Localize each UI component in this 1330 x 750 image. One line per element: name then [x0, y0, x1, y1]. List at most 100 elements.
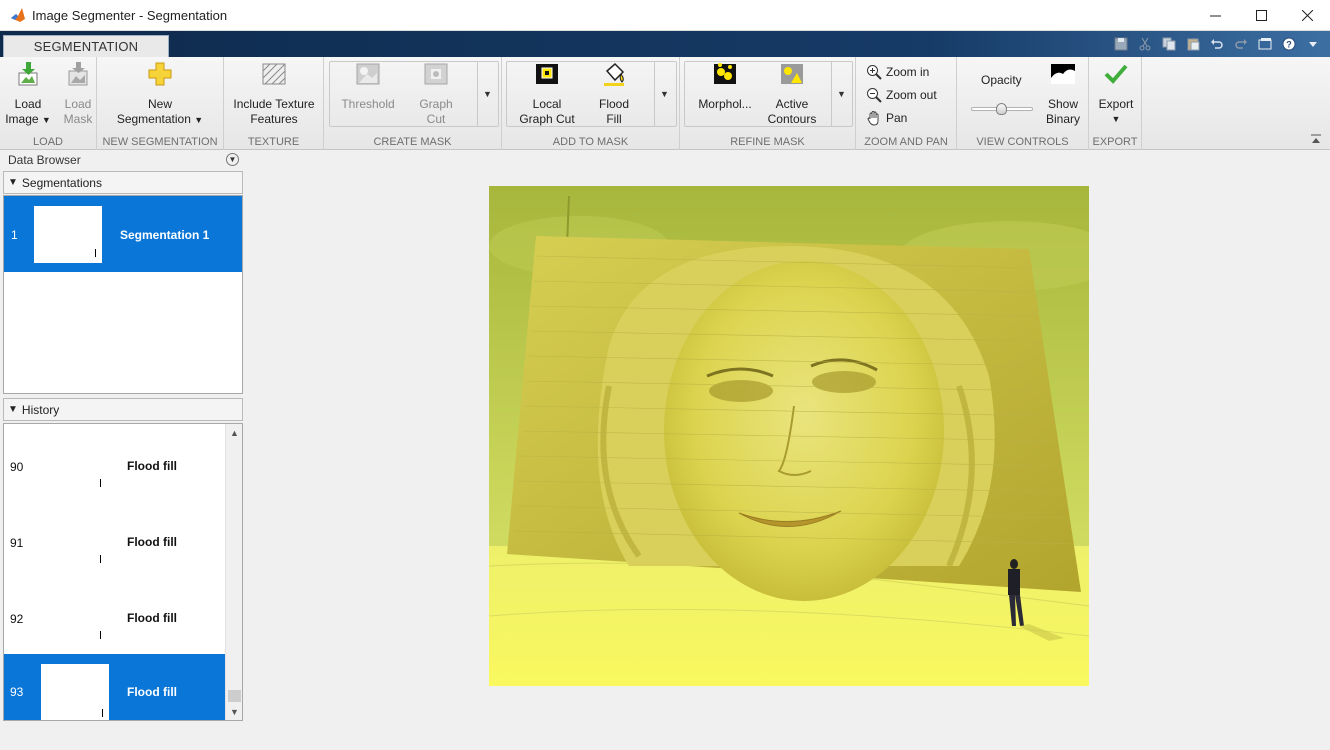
show-binary-button[interactable]: Show Binary — [1039, 61, 1087, 127]
minimize-button[interactable] — [1192, 0, 1238, 31]
help-icon: ? — [1282, 37, 1296, 51]
load-image-label-1: Load — [14, 97, 42, 111]
new-segmentation-button[interactable]: New Segmentation ▼ — [105, 61, 215, 128]
graph-cut-label-1: Graph — [419, 97, 453, 111]
paint-bucket-icon — [604, 62, 625, 86]
data-browser-panel: Data Browser ▼ ▼ Segmentations 1 Segment… — [0, 150, 246, 750]
paste-quick-button[interactable] — [1182, 34, 1204, 54]
segmentation-number: 1 — [11, 228, 18, 242]
tab-segmentation[interactable]: SEGMENTATION — [3, 35, 169, 57]
scroll-up-arrow-icon[interactable]: ▲ — [226, 425, 242, 441]
save-icon — [1114, 37, 1128, 51]
history-step-number: 93 — [10, 685, 24, 699]
flood-fill-button[interactable]: Flood Fill — [586, 61, 642, 127]
load-mask-button[interactable]: Load Mask — [56, 61, 100, 127]
redo-icon — [1235, 39, 1247, 49]
zoom-out-button[interactable]: Zoom out — [866, 85, 937, 105]
active-contours-button[interactable]: Active Contours — [760, 61, 824, 127]
zoom-and-pan-group-label: ZOOM AND PAN — [864, 136, 948, 148]
export-button[interactable]: Export ▼ — [1093, 61, 1139, 127]
active-contours-icon — [781, 64, 803, 84]
morphology-label: Morphol... — [698, 97, 752, 111]
refine-mask-more-button[interactable]: ▼ — [831, 61, 851, 127]
include-texture-features-button[interactable]: Include Texture Features — [230, 61, 318, 127]
history-step-number: 92 — [10, 612, 24, 626]
threshold-button[interactable]: Threshold — [336, 61, 400, 112]
chevron-down-icon: ▼ — [228, 155, 237, 164]
window-title: Image Segmenter - Segmentation — [32, 7, 228, 23]
include-texture-label-1: Include Texture — [233, 97, 315, 111]
opacity-slider[interactable] — [971, 103, 1033, 115]
history-step-name: Flood fill — [127, 459, 177, 473]
graph-cut-button[interactable]: Graph Cut — [404, 61, 468, 127]
cut-quick-button[interactable] — [1134, 34, 1156, 54]
redo-quick-button[interactable] — [1230, 34, 1252, 54]
toolstrip: Load Image ▼ Load Mask LOAD New Segmenta… — [0, 57, 1330, 150]
zoom-out-label: Zoom out — [886, 88, 937, 102]
threshold-label: Threshold — [341, 97, 395, 111]
cut-icon — [1139, 37, 1151, 51]
new-segmentation-dropdown-icon: ▼ — [194, 115, 204, 125]
scroll-thumb[interactable] — [228, 690, 241, 702]
pan-button[interactable]: Pan — [866, 108, 907, 128]
segmentation-thumbnail — [34, 206, 102, 263]
history-scrollbar[interactable]: ▲ ▼ — [225, 424, 242, 720]
export-group: Export ▼ EXPORT — [1089, 57, 1142, 150]
zoom-and-pan-group: Zoom in Zoom out Pan ZOOM AND PAN — [856, 57, 957, 150]
local-graph-cut-button[interactable]: Local Graph Cut — [512, 61, 582, 127]
history-row[interactable]: 90 Flood fill — [4, 424, 225, 500]
add-to-mask-more-button[interactable]: ▼ — [654, 61, 674, 127]
data-browser-header: Data Browser ▼ — [3, 151, 243, 169]
view-controls-group: Opacity Show Binary VIEW CONTROLS — [957, 57, 1089, 150]
history-row-selected[interactable]: 93 Flood fill — [4, 654, 225, 720]
collapse-icon — [1311, 134, 1321, 143]
close-button[interactable] — [1284, 0, 1330, 31]
history-row[interactable]: 92 Flood fill — [4, 576, 225, 652]
save-quick-button[interactable] — [1110, 34, 1132, 54]
maximize-button[interactable] — [1238, 0, 1284, 31]
chevron-down-icon: ▼ — [483, 89, 492, 99]
history-list: 90 Flood fill 91 Flood fill 92 Flood fil… — [3, 423, 243, 721]
history-step-name: Flood fill — [127, 685, 177, 699]
window-layout-quick-button[interactable] — [1254, 34, 1276, 54]
history-section-header[interactable]: ▼ History — [3, 398, 243, 421]
load-image-button[interactable]: Load Image ▼ — [4, 61, 52, 128]
zoom-in-button[interactable]: Zoom in — [866, 62, 929, 82]
flood-fill-label-2: Fill — [606, 112, 622, 126]
threshold-icon — [356, 63, 380, 85]
image-canvas[interactable] — [489, 186, 1089, 686]
history-row[interactable]: 91 Flood fill — [4, 500, 225, 576]
morphology-button[interactable]: Morphol... — [690, 61, 760, 112]
create-mask-more-button[interactable]: ▼ — [477, 61, 497, 127]
history-header-label: History — [21, 402, 60, 417]
copy-quick-button[interactable] — [1158, 34, 1180, 54]
history-thumbnail — [41, 664, 109, 720]
scroll-down-arrow-icon[interactable]: ▼ — [226, 704, 242, 720]
opacity-slider-thumb[interactable] — [996, 103, 1007, 115]
history-step-name: Flood fill — [127, 611, 177, 625]
binary-icon — [1051, 64, 1075, 84]
load-mask-label-2: Mask — [63, 112, 93, 126]
zoom-out-icon — [867, 88, 882, 103]
opacity-label: Opacity — [981, 73, 1022, 87]
svg-text:?: ? — [1286, 40, 1292, 50]
chevron-down-icon: ▼ — [660, 89, 669, 99]
undo-quick-button[interactable] — [1206, 34, 1228, 54]
load-image-icon — [18, 62, 38, 86]
paste-icon — [1187, 38, 1200, 51]
quick-access-toolbar: ? — [1110, 34, 1324, 54]
collapse-toolstrip-button[interactable] — [1310, 133, 1322, 143]
segmentation-row[interactable]: 1 Segmentation 1 — [4, 196, 242, 272]
segmentations-header-label: Segmentations — [21, 175, 102, 190]
pan-label: Pan — [886, 111, 908, 125]
data-browser-menu-button[interactable]: ▼ — [226, 153, 239, 166]
load-group-label: LOAD — [33, 136, 63, 148]
help-quick-button[interactable]: ? — [1278, 34, 1300, 54]
segmentations-section-header[interactable]: ▼ Segmentations — [3, 171, 243, 194]
active-contours-label-1: Active — [775, 97, 809, 111]
copy-icon — [1162, 37, 1176, 51]
include-texture-label-2: Features — [250, 112, 298, 126]
quick-access-dropdown[interactable] — [1302, 34, 1324, 54]
undo-icon — [1211, 39, 1223, 49]
flood-fill-label-1: Flood — [598, 97, 630, 111]
